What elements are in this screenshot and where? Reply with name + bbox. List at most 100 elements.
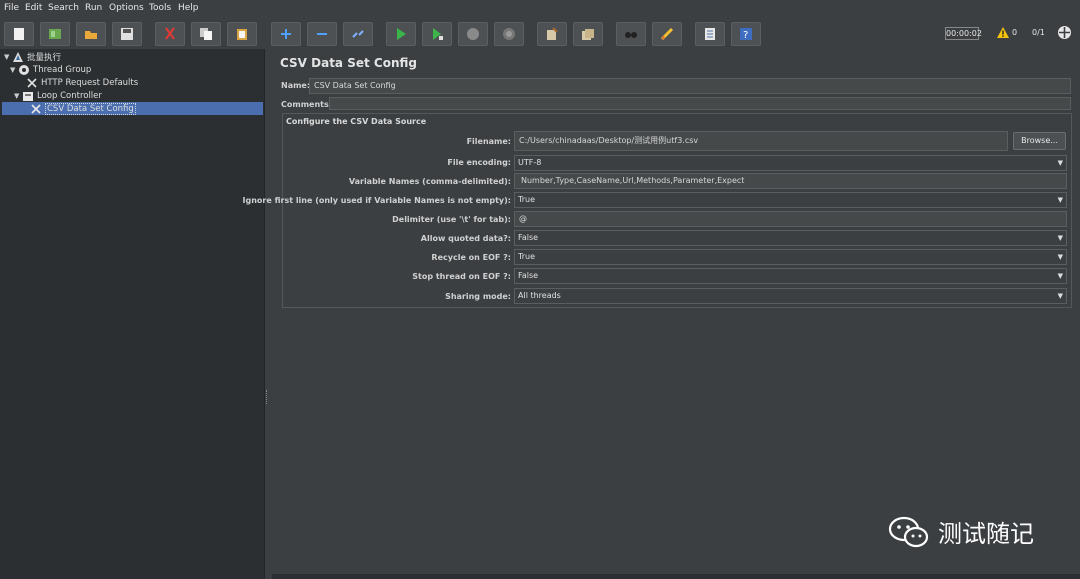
- splitter-grip[interactable]: [266, 390, 270, 404]
- warning-icon[interactable]: [996, 26, 1010, 39]
- wrench-icon: [30, 103, 42, 115]
- delimiter-field[interactable]: @: [514, 211, 1067, 227]
- tree-label: Thread Group: [33, 64, 92, 75]
- menu-search[interactable]: Search: [48, 3, 79, 13]
- start-no-pauses-icon: [433, 28, 443, 40]
- stop-thread-eof-label: Stop thread on EOF ?:: [412, 272, 511, 281]
- chevron-down-icon[interactable]: ▼: [1058, 156, 1063, 170]
- menu-tools[interactable]: Tools: [149, 3, 171, 13]
- tree-label: Loop Controller: [37, 90, 102, 101]
- function-helper-icon: [705, 28, 715, 40]
- stop-icon: [467, 28, 479, 40]
- toggle-button[interactable]: [343, 22, 373, 46]
- tree-label: CSV Data Set Config: [45, 102, 136, 115]
- wechat-icon: [888, 516, 929, 547]
- controller-icon: [22, 90, 34, 102]
- save-icon: [121, 28, 133, 40]
- tree-node-http-defaults[interactable]: HTTP Request Defaults: [26, 76, 138, 89]
- wrench-icon: [26, 77, 38, 89]
- tree-label: HTTP Request Defaults: [41, 77, 139, 88]
- menu-run[interactable]: Run: [85, 3, 102, 13]
- gear-icon: [18, 64, 30, 76]
- chevron-down-icon[interactable]: ▼: [1058, 269, 1063, 283]
- recycle-eof-value: True: [518, 252, 535, 261]
- menu-options[interactable]: Options: [109, 3, 144, 13]
- menu-edit[interactable]: Edit: [25, 3, 42, 13]
- start-no-pauses-button[interactable]: [422, 22, 452, 46]
- name-field[interactable]: CSV Data Set Config: [309, 78, 1071, 94]
- expand-all-button[interactable]: [271, 22, 301, 46]
- chevron-down-icon[interactable]: ▼: [1058, 231, 1063, 245]
- encoding-select[interactable]: UTF-8 ▼: [514, 155, 1067, 171]
- stop-thread-eof-select[interactable]: False ▼: [514, 268, 1067, 284]
- tree-node-csv-config[interactable]: CSV Data Set Config: [2, 102, 263, 115]
- tree-node-test-plan[interactable]: ▼ 批量执行: [4, 50, 61, 63]
- sharing-mode-select[interactable]: All threads ▼: [514, 288, 1067, 304]
- tree-label: 批量执行: [27, 52, 62, 63]
- clear-all-button[interactable]: [573, 22, 603, 46]
- chevron-down-icon[interactable]: ▼: [1058, 193, 1063, 207]
- templates-button[interactable]: [40, 22, 70, 46]
- chevron-down-icon[interactable]: ▼: [1058, 250, 1063, 264]
- chevron-down-icon[interactable]: ▼: [1058, 289, 1063, 303]
- save-button[interactable]: [112, 22, 142, 46]
- allow-quoted-label: Allow quoted data?:: [420, 234, 511, 243]
- reset-search-button[interactable]: [652, 22, 682, 46]
- ignore-first-line-select[interactable]: True ▼: [514, 192, 1067, 208]
- warning-count: 0: [1012, 28, 1018, 37]
- stop-thread-eof-value: False: [518, 271, 539, 280]
- clear-button[interactable]: [537, 22, 567, 46]
- search-button[interactable]: [616, 22, 646, 46]
- comments-label: Comments:: [281, 100, 332, 109]
- new-button[interactable]: [4, 22, 34, 46]
- active-threads: 0/1: [1032, 28, 1045, 37]
- function-helper-button[interactable]: [695, 22, 725, 46]
- filename-label: Filename:: [466, 137, 511, 146]
- horizontal-scrollbar[interactable]: [272, 574, 1080, 579]
- group-title: Configure the CSV Data Source: [286, 117, 427, 126]
- paste-button[interactable]: [227, 22, 257, 46]
- watermark: 测试随记: [888, 514, 1034, 549]
- ignore-first-line-label: Ignore first line (only used if Variable…: [242, 196, 511, 205]
- expand-arrow-icon[interactable]: ▼: [10, 66, 18, 74]
- menu-help[interactable]: Help: [178, 3, 199, 13]
- menu-file[interactable]: File: [4, 3, 19, 13]
- comments-field[interactable]: [329, 97, 1071, 110]
- open-button[interactable]: [76, 22, 106, 46]
- recycle-eof-select[interactable]: True ▼: [514, 249, 1067, 265]
- expand-arrow-icon[interactable]: ▼: [14, 92, 22, 100]
- collapse-all-button[interactable]: [307, 22, 337, 46]
- start-button[interactable]: [386, 22, 416, 46]
- help-icon: ?: [740, 28, 752, 41]
- open-icon: [85, 31, 97, 39]
- menu-bar: File Edit Search Run Options Tools Help: [0, 0, 1080, 16]
- remote-globe-icon[interactable]: [1057, 25, 1072, 40]
- watermark-text: 测试随记: [938, 520, 1034, 548]
- recycle-eof-label: Recycle on EOF ?:: [431, 253, 511, 262]
- copy-button[interactable]: [191, 22, 221, 46]
- encoding-value: UTF-8: [518, 158, 542, 167]
- tree-node-thread-group[interactable]: ▼ Thread Group: [10, 63, 91, 76]
- copy-icon: [200, 28, 212, 40]
- clear-all-icon: [582, 29, 594, 40]
- clear-icon: [547, 27, 558, 40]
- variable-names-label: Variable Names (comma-delimited):: [348, 177, 511, 186]
- ignore-first-line-value: True: [518, 195, 535, 204]
- help-button[interactable]: ?: [731, 22, 761, 46]
- cut-button[interactable]: [155, 22, 185, 46]
- reset-search-icon: [660, 27, 674, 41]
- stop-button[interactable]: [458, 22, 488, 46]
- expand-icon: [281, 29, 291, 39]
- collapse-icon: [317, 33, 327, 35]
- allow-quoted-select[interactable]: False ▼: [514, 230, 1067, 246]
- filename-field[interactable]: C:/Users/chinadaas/Desktop/测试用例utf3.csv: [514, 131, 1008, 151]
- name-label: Name:: [281, 81, 311, 90]
- templates-icon: [49, 29, 61, 39]
- encoding-label: File encoding:: [447, 158, 511, 167]
- shutdown-button[interactable]: [494, 22, 524, 46]
- expand-arrow-icon[interactable]: ▼: [4, 53, 12, 61]
- tree-node-loop-controller[interactable]: ▼ Loop Controller: [14, 89, 102, 102]
- variable-names-field[interactable]: Number,Type,CaseName,Url,Methods,Paramet…: [514, 173, 1067, 189]
- browse-button[interactable]: Browse...: [1013, 132, 1066, 150]
- start-icon: [397, 28, 406, 40]
